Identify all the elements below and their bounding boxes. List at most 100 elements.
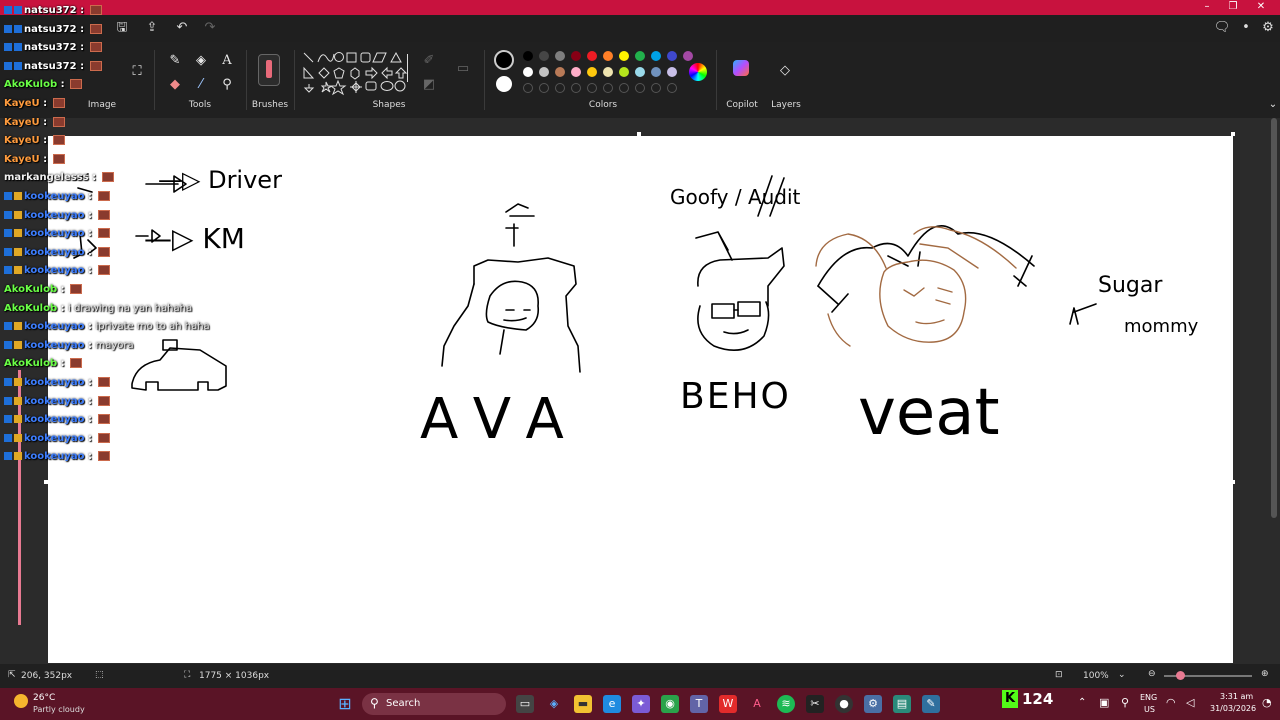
color-swatch[interactable] [651,51,661,61]
edge-icon[interactable]: e [603,695,621,713]
color-swatch[interactable] [587,51,597,61]
office-icon[interactable]: W [719,695,737,713]
capcut-icon[interactable]: ✂ [806,695,824,713]
task-view-icon[interactable]: ▭ [516,695,534,713]
redo-icon[interactable]: ↷ [200,19,220,37]
notepad-icon[interactable]: ▤ [893,695,911,713]
account-icon[interactable]: • [1236,19,1256,37]
zoom-dropdown-icon[interactable]: ⌄ [1118,670,1126,680]
resize-handle-top-right[interactable] [1231,132,1235,136]
color-swatch[interactable] [667,67,677,77]
eraser-icon[interactable]: ◆ [164,74,186,96]
share-icon[interactable]: ⇪ [142,19,162,37]
color-swatch[interactable] [683,51,693,61]
weather-desc[interactable]: Partly cloudy [33,705,85,714]
minimize-button[interactable]: – [1196,1,1218,13]
clock-date[interactable]: 31/03/2026 [1210,704,1256,713]
fill-shape-icon[interactable]: ◩ [418,74,440,96]
zoom-out-icon[interactable]: ⊖ [1148,669,1156,679]
custom-color-slot[interactable] [603,83,613,93]
color-swatch[interactable] [603,67,613,77]
color-swatch[interactable] [651,67,661,77]
settings-app-icon[interactable]: ⚙ [864,695,882,713]
undo-icon[interactable]: ↶ [172,19,192,37]
outline-icon[interactable]: ✐ [418,50,440,72]
notification-bell-icon[interactable]: ◔ [1262,696,1272,709]
custom-color-slot[interactable] [523,83,533,93]
zoom-slider-thumb[interactable] [1176,671,1185,680]
maximize-button[interactable]: ❐ [1222,1,1244,13]
messenger-icon[interactable]: ✦ [632,695,650,713]
copilot-taskbar-icon[interactable]: ◈ [545,695,563,713]
resize-handle-left[interactable] [44,480,48,484]
paint-app-icon[interactable]: ✎ [922,695,940,713]
app-a-icon[interactable]: A [748,695,766,713]
language-top[interactable]: ENG [1140,693,1157,702]
tray-app-icon[interactable]: ▣ [1099,696,1109,709]
color-swatch[interactable] [571,67,581,77]
text-icon[interactable]: A [216,50,238,72]
color-picker-icon[interactable]: ⁄ [190,74,212,96]
fit-to-window-icon[interactable]: ⊡ [1055,670,1063,680]
color-swatch[interactable] [523,51,533,61]
color-swatch[interactable] [587,67,597,77]
color-swatch[interactable] [571,51,581,61]
custom-color-slot[interactable] [635,83,645,93]
crop-icon[interactable]: ⛶ [126,61,148,83]
wifi-icon[interactable]: ◠ [1166,696,1176,709]
tray-overflow-icon[interactable]: ⌃ [1078,697,1086,708]
chrome-icon[interactable]: ◉ [661,695,679,713]
vertical-scrollbar[interactable] [1271,118,1277,518]
custom-color-slot[interactable] [667,83,677,93]
file-explorer-icon[interactable]: ▬ [574,695,592,713]
resize-handle-right[interactable] [1231,480,1235,484]
weather-icon[interactable] [14,694,28,708]
obs-icon[interactable]: ● [835,695,853,713]
weather-temp[interactable]: 26°C [33,693,55,703]
layers-icon[interactable]: ◇ [774,60,796,82]
custom-color-slot[interactable] [571,83,581,93]
primary-color[interactable] [494,50,514,70]
zoom-level[interactable]: 100% [1083,671,1109,681]
color-swatch[interactable] [635,67,645,77]
color-swatch[interactable] [555,51,565,61]
color-swatch[interactable] [603,51,613,61]
custom-color-slot[interactable] [555,83,565,93]
shape-options-icon[interactable]: ▭ [452,58,474,80]
zoom-in-icon[interactable]: ⊕ [1261,669,1269,679]
pencil-icon[interactable]: ✎ [164,50,186,72]
volume-icon[interactable]: ◁ [1186,696,1194,709]
color-swatch[interactable] [523,67,533,77]
drawing-canvas[interactable]: —▷ Driver —▷ KM AVA BEHO veat Sugar momm… [48,136,1233,663]
color-swatch[interactable] [539,51,549,61]
secondary-color[interactable] [496,76,512,92]
color-swatch[interactable] [635,51,645,61]
custom-color-slot[interactable] [539,83,549,93]
spotify-icon[interactable]: ≋ [777,695,795,713]
close-button[interactable]: ✕ [1250,1,1272,13]
copilot-icon[interactable] [733,60,749,76]
notifications-icon[interactable]: 🗨 [1212,19,1232,37]
save-icon[interactable]: 🖫 [112,19,132,37]
magnifier-icon[interactable]: ⚲ [216,74,238,96]
settings-icon[interactable]: ⚙ [1258,19,1278,37]
microphone-icon[interactable]: ⚲ [1121,696,1129,709]
kick-icon[interactable]: K [1002,690,1018,708]
color-swatch[interactable] [619,67,629,77]
shapes-gallery[interactable] [300,50,410,100]
fill-icon[interactable]: ◈ [190,50,212,72]
color-swatch[interactable] [667,51,677,61]
edit-colors-icon[interactable] [689,63,707,81]
collapse-ribbon-icon[interactable]: ⌄ [1262,94,1280,116]
teams-icon[interactable]: T [690,695,708,713]
start-icon[interactable]: ⊞ [336,695,354,713]
color-swatch[interactable] [539,67,549,77]
brush-selector-button[interactable] [258,54,280,86]
custom-color-slot[interactable] [651,83,661,93]
color-swatch[interactable] [619,51,629,61]
resize-handle-top[interactable] [637,132,641,136]
custom-color-slot[interactable] [587,83,597,93]
search-box[interactable]: ⚲ Search [362,693,506,715]
color-swatch[interactable] [555,67,565,77]
custom-color-slot[interactable] [619,83,629,93]
